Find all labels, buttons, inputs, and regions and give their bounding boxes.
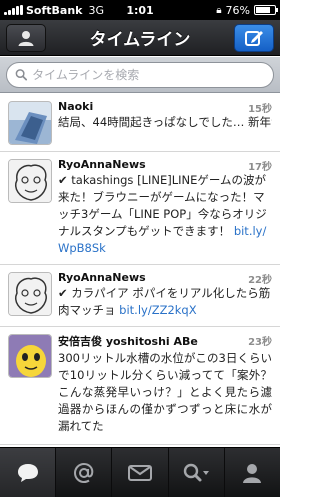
avatar[interactable]: [8, 334, 52, 378]
network-type: 3G: [88, 3, 105, 17]
lock-rotation-icon: 🔒︎: [216, 4, 222, 16]
tab-bar: [0, 447, 280, 497]
search-icon: [15, 69, 28, 81]
tweet-author: RyoAnnaNews: [58, 271, 146, 284]
tab-mentions[interactable]: [55, 448, 111, 497]
carrier-name: SoftBank: [26, 3, 83, 17]
compose-icon: [245, 31, 263, 46]
tweet-link[interactable]: bit.ly/ZZ2kqX: [119, 303, 196, 317]
avatar[interactable]: [8, 159, 52, 203]
compose-button[interactable]: [234, 24, 274, 52]
tweet-item[interactable]: RyoAnnaNews 17秒 ✔ takashings [LINE]LINEゲ…: [0, 152, 280, 265]
tweet-author: 安倍吉俊 yoshitoshi ABe: [58, 335, 198, 348]
at-icon: [73, 462, 94, 483]
page-title: タイムライン: [89, 30, 191, 50]
search-icon: [184, 463, 210, 481]
tab-search[interactable]: [167, 448, 224, 497]
nav-bar: タイムライン: [0, 20, 280, 56]
user-icon: [18, 31, 34, 46]
tweet-item[interactable]: 安倍吉俊 yoshitoshi ABe 23秒 300リットル水槽の水位がこの3…: [0, 327, 280, 445]
search-field[interactable]: [6, 61, 274, 88]
tweet-author: RyoAnnaNews: [58, 158, 146, 171]
tweet-text: ✔ takashings [LINE]LINEゲームの波が来た！ブラウニーがゲー…: [58, 173, 267, 255]
envelope-icon: [128, 464, 152, 481]
timeline[interactable]: Naoki 15秒 結局、44時間起きっぱなしでした… 新年がなんだかみなさい……: [0, 94, 280, 447]
tweet-time: 23秒: [248, 337, 272, 348]
status-bar: SoftBank 3G 1:01 🔒︎ 76%: [0, 0, 280, 20]
tweet-time: 17秒: [248, 162, 272, 173]
tweet-item[interactable]: Naoki 15秒 結局、44時間起きっぱなしでした… 新年がなんだかみなさい…: [0, 94, 280, 152]
tweet-text: ✔ カラパイア ポパイをリアル化したら筋肉マッチョ bit.ly/ZZ2kqX: [58, 286, 271, 317]
battery-icon: [254, 5, 278, 15]
tweet-time: 15秒: [248, 104, 272, 115]
user-icon: [243, 463, 262, 483]
signal-strength-icon: [4, 5, 23, 15]
tab-messages[interactable]: [111, 448, 167, 497]
accounts-button[interactable]: [6, 24, 46, 52]
avatar[interactable]: [8, 101, 52, 145]
speech-bubble-icon: [17, 463, 38, 482]
tweet-text: 結局、44時間起きっぱなしでした… 新年がなんだかみなさい…: [58, 115, 272, 129]
search-bar: [0, 57, 280, 93]
tweet-text: 300リットル水槽の水位がこの3日くらいで10リットル分くらい減ってて「案外？こ…: [58, 351, 272, 433]
search-input[interactable]: [32, 67, 265, 82]
battery-percent: 76%: [225, 3, 250, 17]
tweet-author: Naoki: [58, 100, 94, 113]
avatar[interactable]: [8, 272, 52, 316]
tweet-item[interactable]: RyoAnnaNews 22秒 ✔ カラパイア ポパイをリアル化したら筋肉マッチ…: [0, 265, 280, 327]
tab-profile[interactable]: [223, 448, 280, 497]
tweet-time: 22秒: [248, 275, 272, 286]
tab-timeline[interactable]: [0, 448, 56, 497]
